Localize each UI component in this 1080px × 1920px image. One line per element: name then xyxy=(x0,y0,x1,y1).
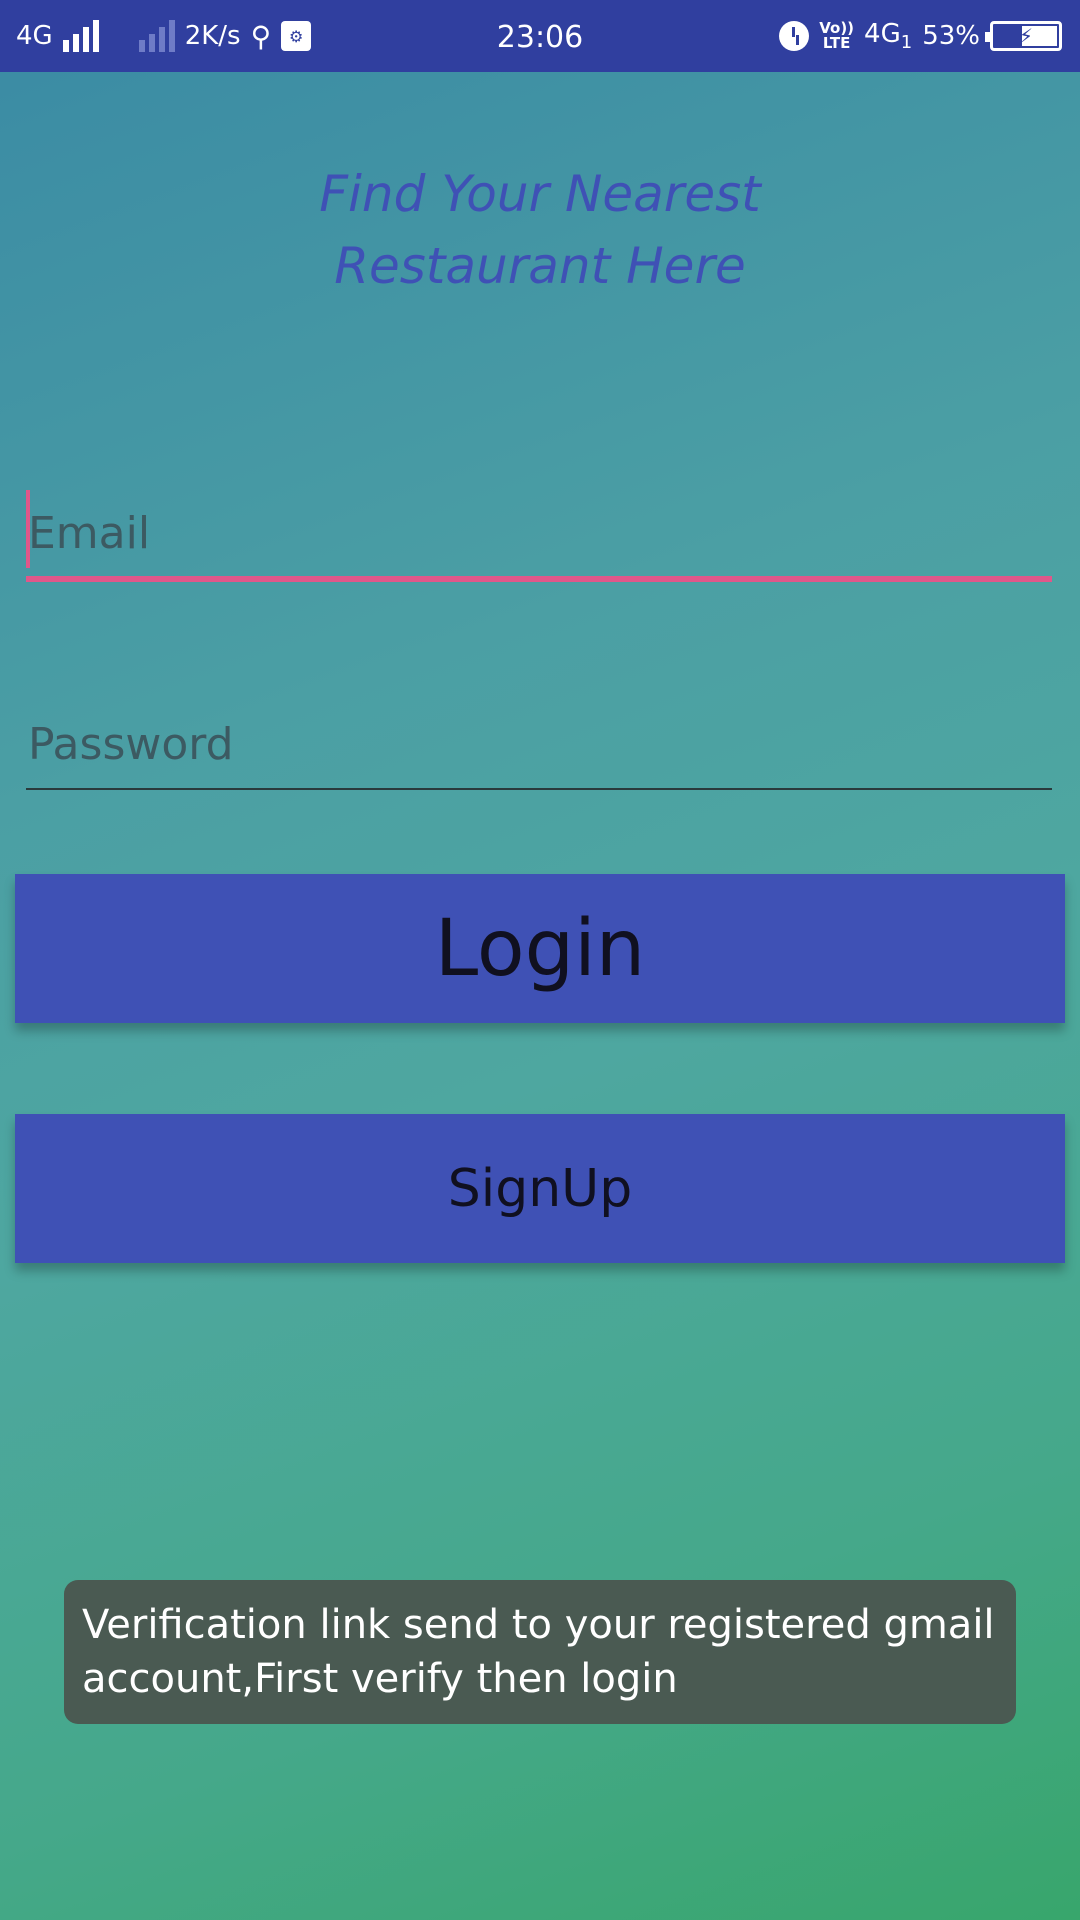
status-bar: 4G 2K/s ⚲ ⚙ 23:06 Vo)) LTE 4G1 53% ⚡ xyxy=(0,0,1080,72)
charging-icon: ⚡ xyxy=(1018,24,1034,48)
signup-button[interactable]: SignUp xyxy=(15,1114,1065,1263)
email-field[interactable] xyxy=(26,490,1052,576)
battery-percent: 53% xyxy=(922,21,980,51)
text-cursor xyxy=(26,490,30,568)
toast-message: Verification link send to your registere… xyxy=(64,1580,1016,1724)
network-type-right: 4G1 xyxy=(864,18,913,54)
email-field-container xyxy=(26,490,1052,582)
network-speed: 2K/s xyxy=(184,21,241,51)
title-line-2: Restaurant Here xyxy=(334,237,746,295)
toast-line-1: Verification link send to your registere… xyxy=(82,1602,995,1648)
toast-line-2: account,First verify then login xyxy=(82,1656,678,1702)
network-type-label: 4G xyxy=(16,21,53,51)
notification-icon: ⚙ xyxy=(281,21,312,51)
page-title: Find Your Nearest Restaurant Here xyxy=(0,158,1080,302)
password-field-container xyxy=(26,700,1052,790)
usb-icon: ⚲ xyxy=(250,19,272,53)
alarm-icon xyxy=(779,21,810,51)
login-button[interactable]: Login xyxy=(15,874,1065,1023)
status-bar-left: 4G 2K/s ⚲ ⚙ xyxy=(16,0,312,72)
volte-label: Vo)) LTE xyxy=(819,19,855,52)
signal-icon xyxy=(62,20,99,52)
battery-icon: ⚡ xyxy=(985,21,1062,51)
password-field[interactable] xyxy=(26,700,1052,788)
status-bar-right: Vo)) LTE 4G1 53% ⚡ xyxy=(779,0,1062,72)
secondary-signal-icon xyxy=(138,20,175,52)
title-line-1: Find Your Nearest xyxy=(319,165,761,223)
